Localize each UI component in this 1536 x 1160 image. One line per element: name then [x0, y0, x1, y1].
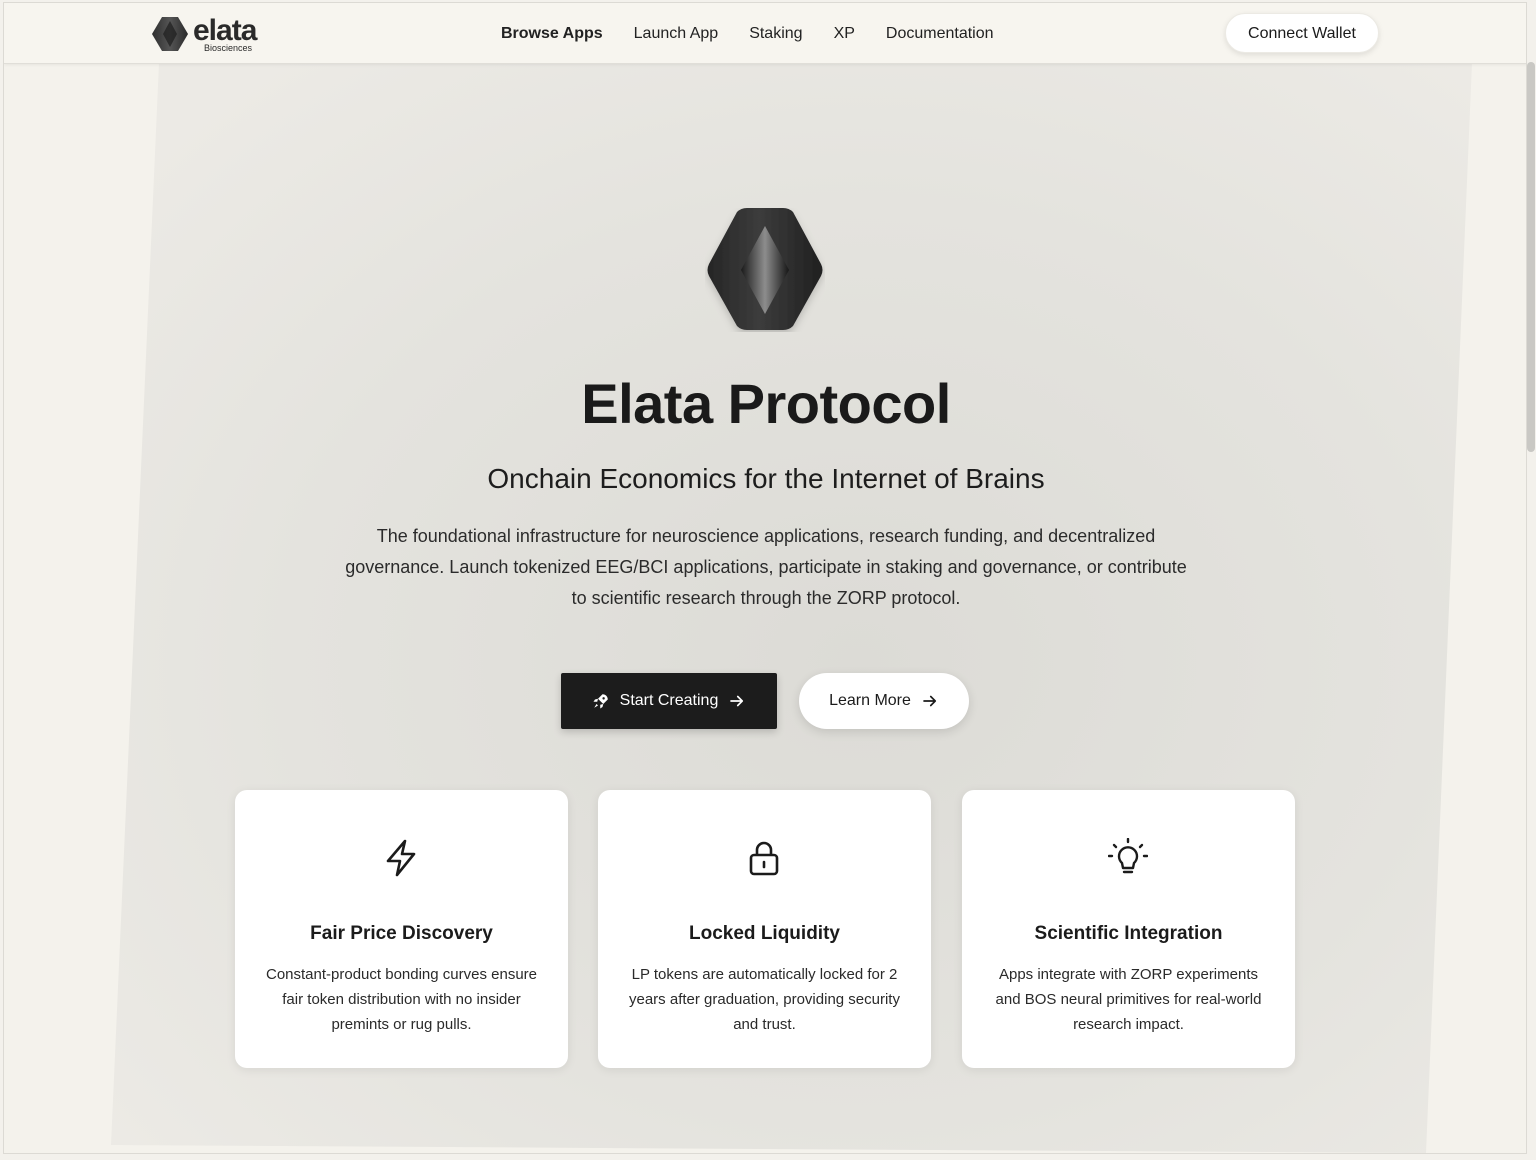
arrow-right-icon [923, 695, 936, 707]
main-nav: Browse Apps Launch App Staking XP Docume… [501, 23, 994, 45]
nav-xp[interactable]: XP [834, 23, 855, 45]
rocket-icon [593, 694, 608, 709]
feature-text: Constant-product bonding curves ensure f… [266, 966, 537, 1033]
hero-description: The foundational infrastructure for neur… [345, 526, 1187, 608]
arrow-right-icon [730, 695, 744, 707]
connect-wallet-button[interactable]: Connect Wallet [1225, 13, 1379, 53]
feature-title: Scientific Integration [1034, 923, 1223, 944]
learn-more-label: Learn More [829, 692, 911, 709]
brand-subtitle: Biosciences [204, 43, 253, 53]
brand-logo[interactable]: elata Biosciences [150, 15, 274, 53]
feature-card-locked-liquidity: Locked Liquidity LP tokens are automatic… [598, 790, 931, 1068]
elata-logo-icon [152, 17, 188, 51]
feature-title: Locked Liquidity [689, 923, 840, 944]
feature-title: Fair Price Discovery [310, 923, 493, 944]
nav-browse-apps[interactable]: Browse Apps [501, 23, 603, 45]
page: elata Biosciences Browse Apps Launch App… [3, 2, 1527, 1154]
start-creating-label: Start Creating [619, 692, 719, 709]
learn-more-button[interactable]: Learn More [799, 673, 969, 729]
hero-title: Elata Protocol [581, 372, 951, 435]
nav-documentation[interactable]: Documentation [886, 23, 994, 45]
lock-icon [749, 841, 779, 876]
feature-text: Apps integrate with ZORP experiments and… [995, 966, 1262, 1033]
feature-text: LP tokens are automatically locked for 2… [629, 966, 900, 1033]
nav-launch-app[interactable]: Launch App [634, 23, 719, 45]
lightning-icon [386, 839, 416, 877]
top-navigation-bar: elata Biosciences Browse Apps Launch App… [4, 3, 1526, 64]
feature-card-scientific-integration: Scientific Integration Apps integrate wi… [962, 790, 1295, 1068]
page-scrollbar[interactable] [1527, 62, 1535, 452]
hero-subtitle: Onchain Economics for the Internet of Br… [487, 463, 1045, 494]
nav-staking[interactable]: Staking [749, 23, 802, 45]
lightbulb-icon [1108, 838, 1148, 874]
feature-card-fair-price: Fair Price Discovery Constant-product bo… [235, 790, 568, 1068]
start-creating-button[interactable]: Start Creating [561, 673, 777, 729]
hero-logo-icon [707, 208, 823, 330]
